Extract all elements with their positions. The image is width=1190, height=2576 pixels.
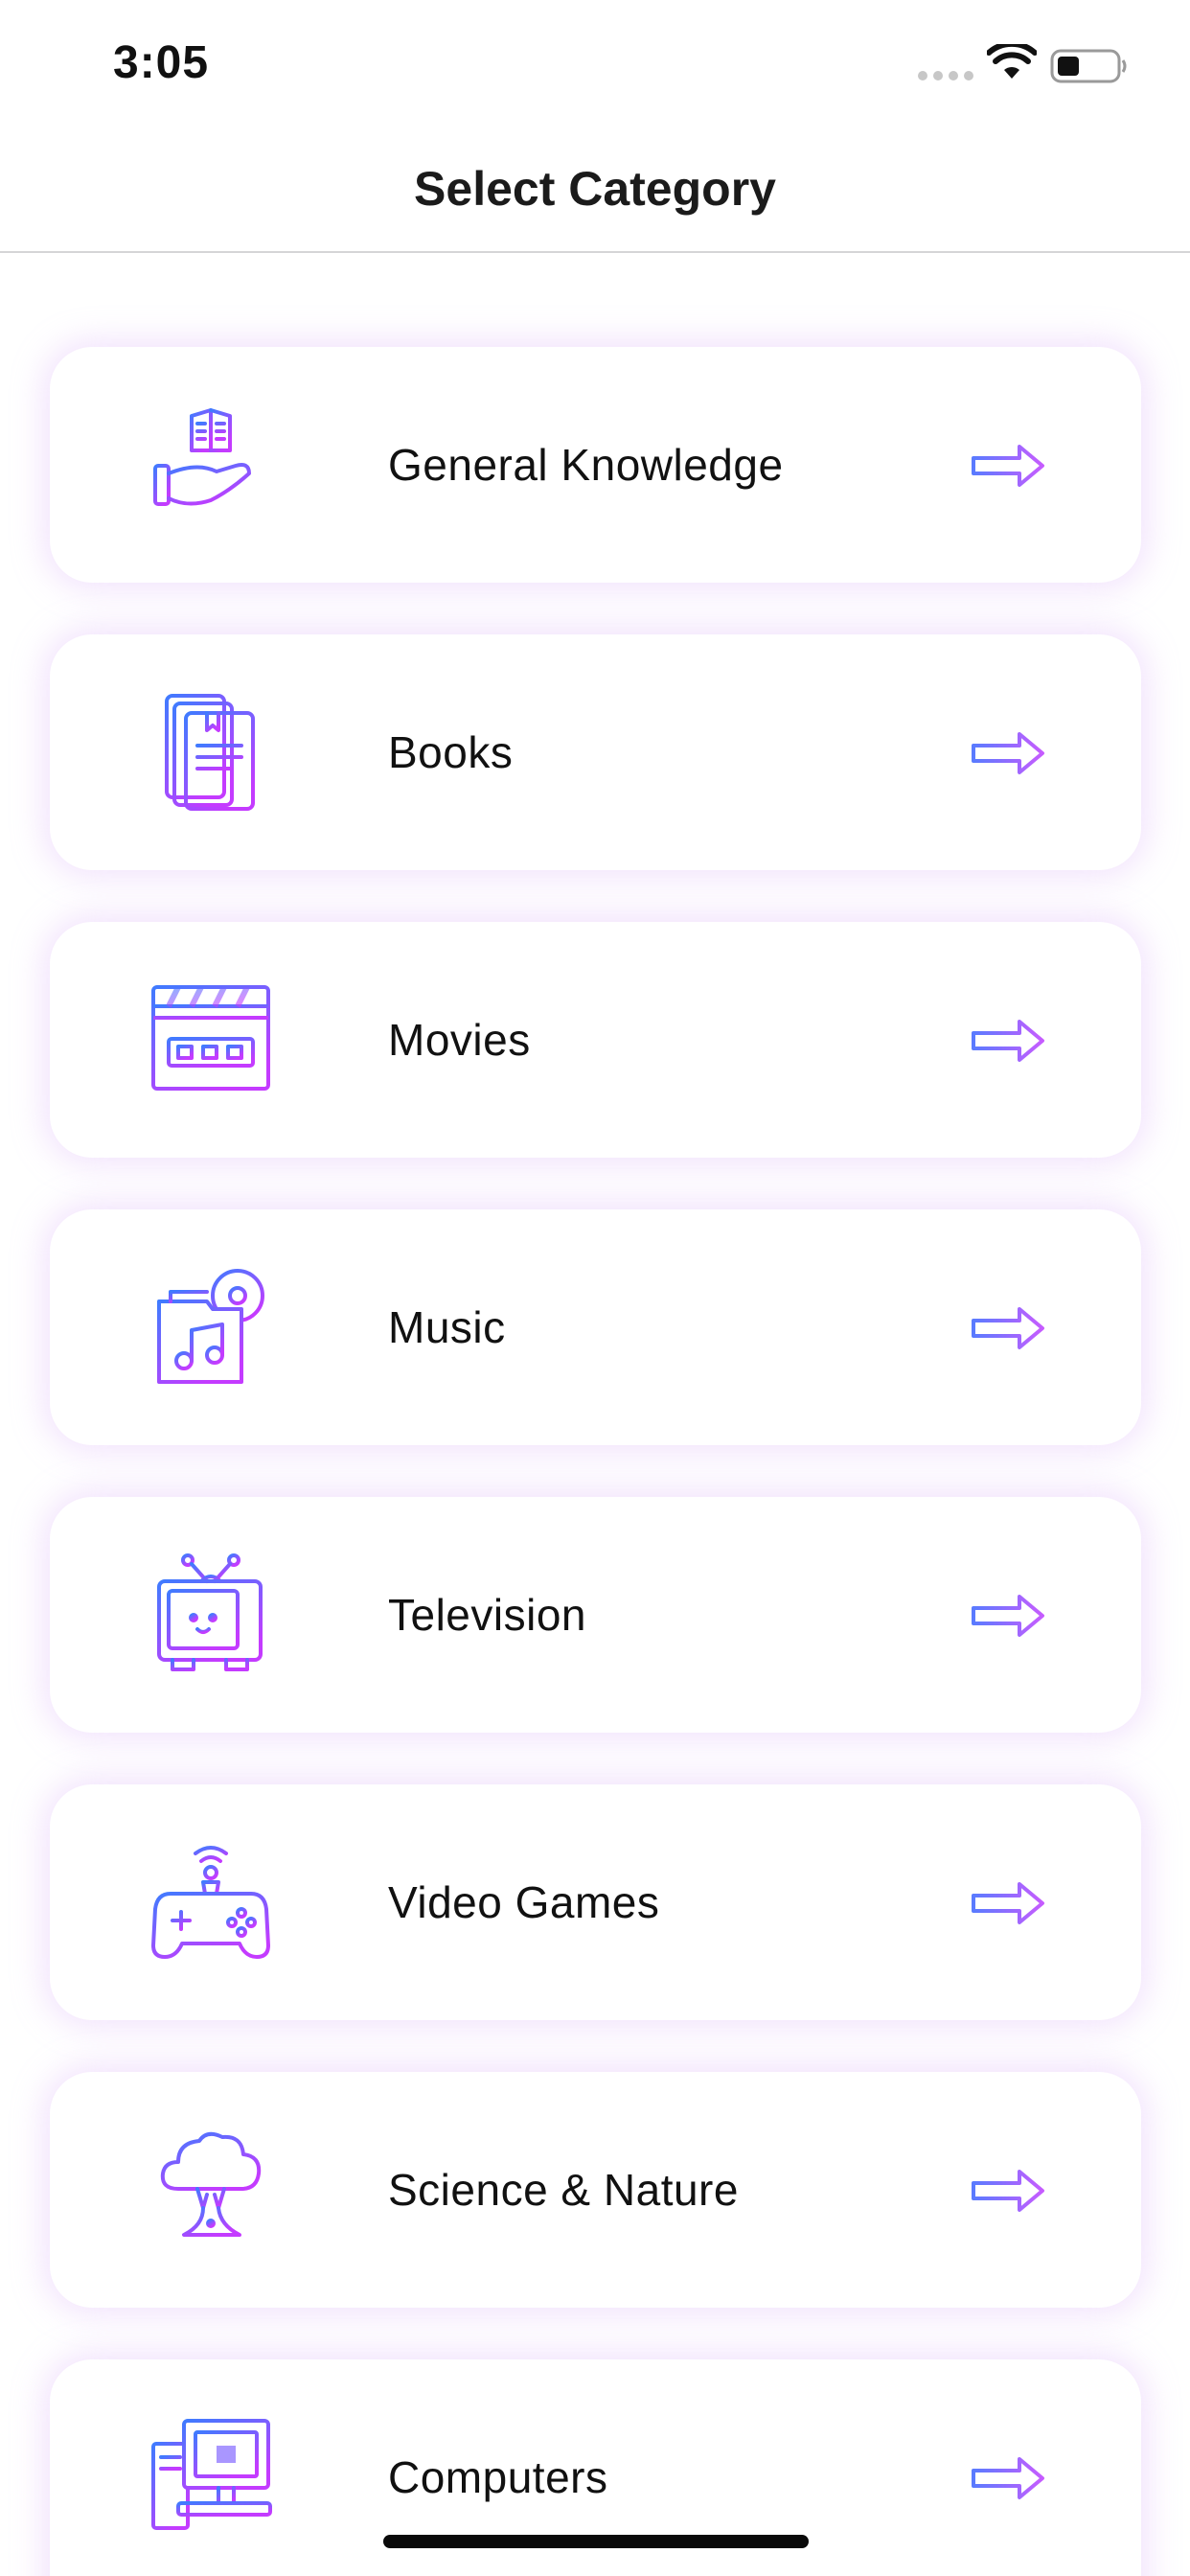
arrow-right-icon[interactable] [970,730,1046,776]
arrow-right-icon[interactable] [970,1593,1046,1639]
category-label: Television [388,1590,586,1640]
clapperboard-icon [151,985,270,1091]
category-label: Video Games [388,1877,660,1927]
category-label: Science & Nature [388,2165,739,2215]
status-time: 3:05 [113,37,210,88]
category-card-video-games[interactable]: Video Games [50,1784,1141,2020]
category-card-science-nature[interactable]: Science & Nature [50,2072,1141,2308]
category-label: Books [388,727,514,777]
category-card-television[interactable]: Television [50,1497,1141,1733]
gamepad-icon [151,1846,270,1959]
arrow-right-icon[interactable] [970,2168,1046,2214]
computer-icon [151,2419,272,2530]
category-card-music[interactable]: Music [50,1209,1141,1445]
arrow-right-icon[interactable] [970,443,1046,489]
music-folder-icon [157,1269,264,1384]
category-label: General Knowledge [388,440,784,490]
category-label: Music [388,1302,506,1352]
tree-icon [160,2131,262,2246]
arrow-right-icon[interactable] [970,1305,1046,1351]
status-bar: 3:05 [0,0,1190,126]
book-hand-icon [153,408,251,506]
battery-icon [1050,49,1127,83]
category-label: Movies [388,1015,531,1065]
navigation-bar: Select Category [0,126,1190,253]
page-title: Select Category [414,162,776,216]
wifi-icon [987,44,1037,79]
cellular-signal-icon [918,71,973,80]
arrow-right-icon[interactable] [970,1018,1046,1064]
books-icon [165,694,255,811]
category-card-movies[interactable]: Movies [50,922,1141,1158]
home-indicator[interactable] [383,2535,809,2548]
arrow-right-icon[interactable] [970,1880,1046,1926]
tv-icon [157,1553,263,1671]
category-card-books[interactable]: Books [50,634,1141,870]
arrow-right-icon[interactable] [970,2455,1046,2501]
category-card-general-knowledge[interactable]: General Knowledge [50,347,1141,583]
